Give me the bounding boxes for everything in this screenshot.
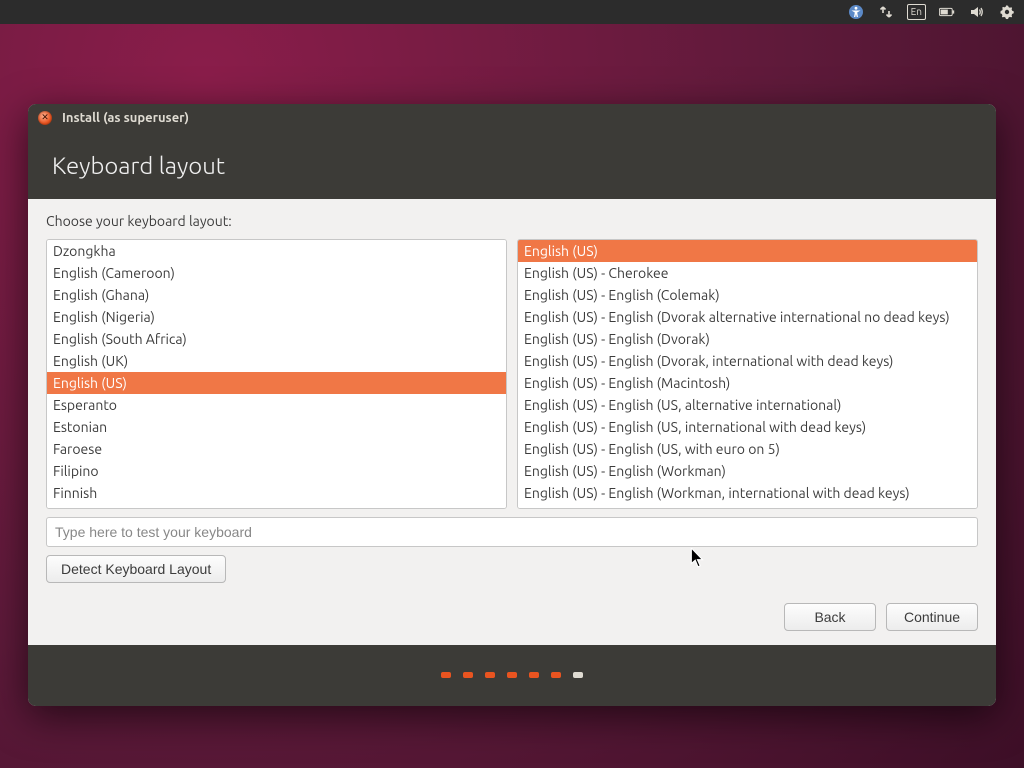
list-item[interactable]: English (US) - English (Macintosh) — [518, 372, 977, 394]
progress-dot — [441, 672, 451, 678]
installer-window: ✕ Install (as superuser) Keyboard layout… — [28, 104, 996, 706]
progress-dot — [507, 672, 517, 678]
continue-button[interactable]: Continue — [886, 603, 978, 631]
progress-dot — [573, 672, 583, 678]
list-item[interactable]: Estonian — [47, 416, 506, 438]
list-item[interactable]: English (US) - English (US, internationa… — [518, 416, 977, 438]
progress-dots — [28, 645, 996, 706]
progress-dot — [485, 672, 495, 678]
back-button[interactable]: Back — [784, 603, 876, 631]
list-item[interactable]: Filipino — [47, 460, 506, 482]
list-item[interactable]: English (US) - English (Workman) — [518, 460, 977, 482]
system-top-panel: En — [0, 0, 1024, 24]
content-area: Choose your keyboard layout: DzongkhaEng… — [28, 199, 996, 593]
detect-layout-button[interactable]: Detect Keyboard Layout — [46, 555, 226, 583]
choose-layout-label: Choose your keyboard layout: — [46, 213, 978, 229]
list-item[interactable]: French — [47, 504, 506, 509]
list-item[interactable]: English (US) - Cherokee — [518, 262, 977, 284]
sound-icon[interactable] — [968, 3, 986, 21]
list-item[interactable]: English (US) - English (Dvorak alternati… — [518, 306, 977, 328]
list-item[interactable]: English (US) — [47, 372, 506, 394]
list-item[interactable]: English (US) - English (Colemak) — [518, 284, 977, 306]
list-item[interactable]: Finnish — [47, 482, 506, 504]
close-icon[interactable]: ✕ — [38, 111, 52, 125]
list-item[interactable]: English (Nigeria) — [47, 306, 506, 328]
list-item[interactable]: English (US) - English (Workman, interna… — [518, 482, 977, 504]
progress-dot — [551, 672, 561, 678]
settings-gear-icon[interactable] — [998, 3, 1016, 21]
list-item[interactable]: English (US) - English (Dvorak) — [518, 328, 977, 350]
layout-lists-row: DzongkhaEnglish (Cameroon)English (Ghana… — [46, 239, 978, 509]
list-item[interactable]: Dzongkha — [47, 240, 506, 262]
layout-language-list[interactable]: DzongkhaEnglish (Cameroon)English (Ghana… — [46, 239, 507, 509]
battery-icon[interactable] — [938, 3, 956, 21]
window-titlebar[interactable]: ✕ Install (as superuser) — [28, 104, 996, 132]
network-icon[interactable] — [877, 3, 895, 21]
list-item[interactable]: English (Ghana) — [47, 284, 506, 306]
list-item[interactable]: English (South Africa) — [47, 328, 506, 350]
keyboard-test-input[interactable] — [46, 517, 978, 547]
progress-dot — [463, 672, 473, 678]
navigation-row: Back Continue — [28, 593, 996, 645]
window-title: Install (as superuser) — [62, 111, 189, 125]
list-item[interactable]: English (US) - English (US, with euro on… — [518, 438, 977, 460]
accessibility-icon[interactable] — [847, 3, 865, 21]
list-item[interactable]: Esperanto — [47, 394, 506, 416]
list-item[interactable]: English (US) - English (US, alternative … — [518, 394, 977, 416]
list-item[interactable]: English (US) - English (classic Dvorak) — [518, 504, 977, 509]
list-item[interactable]: English (UK) — [47, 350, 506, 372]
page-heading: Keyboard layout — [28, 132, 996, 199]
list-item[interactable]: Faroese — [47, 438, 506, 460]
list-item[interactable]: English (US) — [518, 240, 977, 262]
input-source-indicator[interactable]: En — [907, 4, 926, 20]
layout-variant-list[interactable]: English (US)English (US) - CherokeeEngli… — [517, 239, 978, 509]
list-item[interactable]: English (Cameroon) — [47, 262, 506, 284]
list-item[interactable]: English (US) - English (Dvorak, internat… — [518, 350, 977, 372]
progress-dot — [529, 672, 539, 678]
